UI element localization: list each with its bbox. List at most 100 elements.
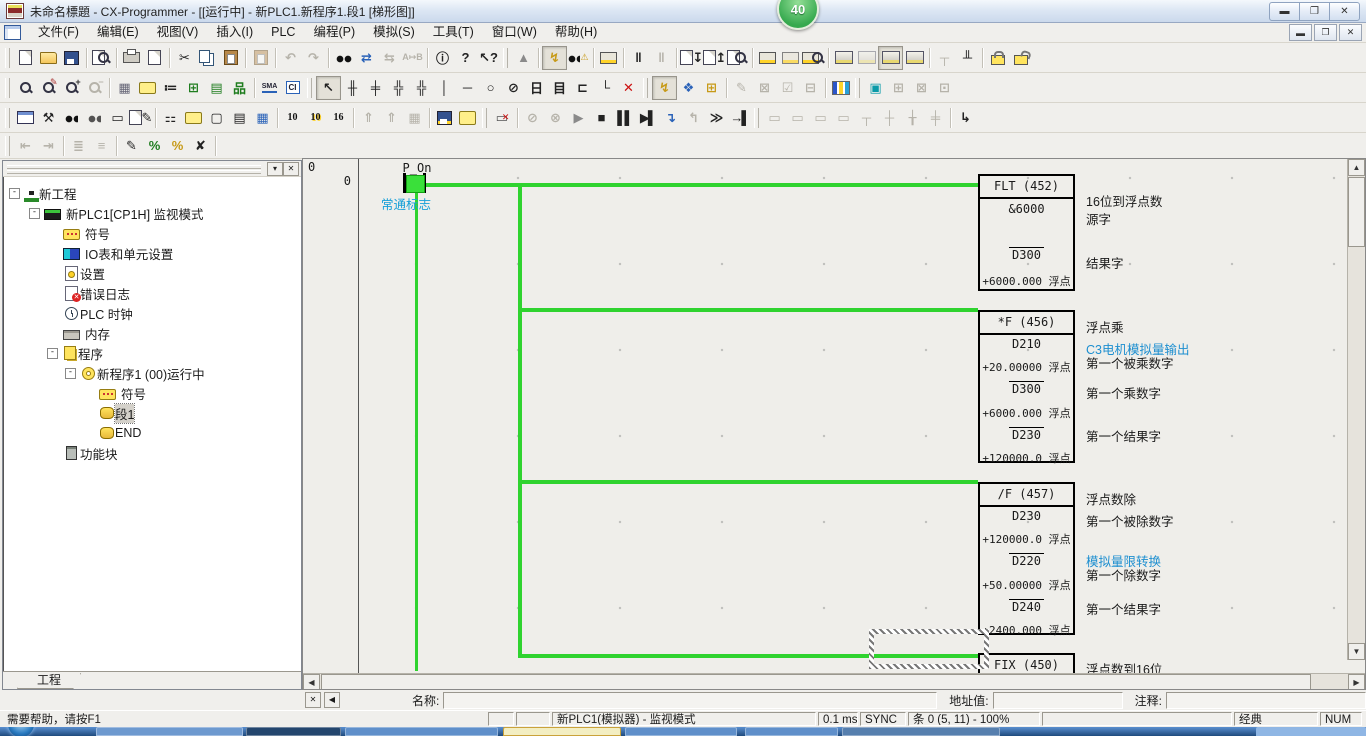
menu-tools[interactable]: 工具(T) [424,23,483,42]
new-pv-instruction-icon[interactable]: 目 [548,77,571,99]
rung-up-icon[interactable]: ┬ [855,107,878,129]
tree-item-io-table[interactable]: IO表和单元设置 [3,243,301,263]
tree-item-project[interactable]: - 新工程 [3,183,301,203]
window-list-icon[interactable]: ▭ [106,107,129,129]
detail-view-icon[interactable]: ≡ [90,135,113,157]
zoom-in-icon[interactable]: + [60,77,83,99]
lock-icon[interactable] [986,47,1009,69]
context-help-icon[interactable]: ↖? [477,47,500,69]
rung-merge-icon[interactable]: ╪ [924,107,947,129]
paste-special-icon[interactable] [249,47,272,69]
find-icon[interactable] [332,47,355,69]
work-online-icon[interactable]: ↯ [542,46,567,70]
tools-icon[interactable]: ⚒ [37,107,60,129]
new-closed-contact-icon[interactable]: ╪ [364,77,387,99]
address-input[interactable] [993,692,1123,709]
menu-edit[interactable]: 编辑(E) [88,23,148,42]
radix-decimal-forced-icon[interactable]: 10 [304,107,327,129]
network-1-icon[interactable]: ▭ [763,107,786,129]
sma-table-icon[interactable]: SMA [258,77,281,99]
program-mode-icon[interactable] [832,47,855,69]
restore-button[interactable]: ❐ [1299,2,1330,21]
symbol-tree-icon[interactable]: 品 [228,77,251,99]
delete-line-icon[interactable]: ✕ [617,77,640,99]
cross-reference-icon[interactable]: ⚏ [159,107,182,129]
child-minimize-button[interactable]: ▬ [1289,24,1312,41]
watch-window-icon[interactable]: ▣ [864,77,887,99]
info-icon[interactable]: ⓘ [431,47,454,69]
ladder-canvas[interactable]: P_On 常通标志 FLT (452) &6000 D300 +6000.000… [359,159,1347,673]
scroll-left-icon[interactable]: ◀ [303,674,320,690]
taskbar-button-2[interactable] [246,727,341,736]
contact-p-on[interactable] [406,175,425,193]
new-file-icon[interactable] [14,47,37,69]
print-icon[interactable] [120,47,143,69]
ci-view-icon[interactable]: CI [281,77,304,99]
zoom-out-icon[interactable]: − [83,77,106,99]
panel-pin-icon[interactable]: ▾ [267,162,283,176]
watch-clear-icon[interactable]: ⊡ [933,77,956,99]
compile-program-icon[interactable]: ▲ [512,47,535,69]
data-display-icon[interactable]: ▤ [205,77,228,99]
minimize-button[interactable]: ▬ [1269,2,1300,21]
cancel-edit-icon[interactable]: ⊠ [753,77,776,99]
selection-marquee[interactable] [869,629,989,669]
operand[interactable]: D230 [980,509,1073,523]
pause-monitor-icon[interactable]: ‖ [627,47,650,69]
instruction-block-mulf[interactable]: *F (456) D210 +20.00000 浮点 D300 +6000.00… [978,310,1075,463]
new-closed-coil-icon[interactable]: ⊘ [502,77,525,99]
cut-icon[interactable]: ✂ [173,47,196,69]
sim-run-to-end-icon[interactable]: →▌ [728,107,751,129]
enter-key-icon[interactable]: ↳ [954,107,977,129]
watch-pane-icon[interactable]: ▢ [205,107,228,129]
menu-plc[interactable]: PLC [262,23,304,42]
zoom-edit-icon[interactable]: ✎ [37,77,60,99]
horizontal-line-icon[interactable]: ─ [456,77,479,99]
sim-step-into-icon[interactable]: ↴ [659,107,682,129]
restore-memory-icon[interactable] [456,107,479,129]
taskbar-button-active[interactable] [503,727,621,736]
unlock-icon[interactable] [1009,47,1032,69]
online-edit-icon[interactable]: ↯ [652,76,677,100]
menu-help[interactable]: 帮助(H) [546,23,606,42]
transfer-settings-icon[interactable] [779,47,802,69]
percent-green-icon[interactable]: % [143,135,166,157]
start-orb[interactable] [8,727,34,736]
tree-item-end[interactable]: END [3,423,301,443]
tree-item-program1[interactable]: - 新程序1 (00)运行中 [3,363,301,383]
windows-taskbar[interactable] [0,727,1366,736]
change-all-icon[interactable]: A↦B [401,47,424,69]
expander-icon[interactable]: - [47,348,58,359]
edit-style-icon[interactable]: ✎ [120,135,143,157]
exit-simulator-icon[interactable]: ▭✕ [491,107,514,129]
new-coil-icon[interactable]: ○ [479,77,502,99]
sim-stop-icon[interactable]: ■ [590,107,613,129]
upload-from-plc-icon[interactable]: ↥ [703,47,726,69]
menu-insert[interactable]: 插入(I) [207,23,262,42]
name-input[interactable] [443,692,937,709]
grid-icon[interactable]: ▦ [113,77,136,99]
help-icon[interactable]: ? [454,47,477,69]
force-status-icon[interactable]: ╨ [956,47,979,69]
pause-icon[interactable]: ‖ [650,47,673,69]
tree-item-function-blocks[interactable]: 功能块 [3,443,301,463]
paste-icon[interactable] [219,47,242,69]
vscroll-thumb[interactable] [1348,177,1365,247]
panel-close-icon[interactable]: ✕ [283,162,299,176]
redo-icon[interactable]: ↷ [302,47,325,69]
child-restore-button[interactable]: ❐ [1314,24,1337,41]
operand[interactable]: &6000 [980,202,1073,216]
network-3-icon[interactable]: ▭ [809,107,832,129]
expander-icon[interactable]: - [29,208,40,219]
taskbar-button-1[interactable] [96,727,243,736]
rung-split-icon[interactable]: ┼ [878,107,901,129]
compare-with-plc-icon[interactable] [726,47,749,69]
tree-item-error-log[interactable]: 错误日志 [3,283,301,303]
output-pane-icon[interactable]: ▤ [228,107,251,129]
backup-memory-icon[interactable] [433,107,456,129]
tree-item-section1[interactable]: 段1 [3,403,301,423]
comment-input[interactable] [1166,692,1366,709]
menu-window[interactable]: 窗口(W) [483,23,546,42]
monitor-mode-icon[interactable] [878,46,903,70]
operand[interactable]: D210 [980,337,1073,351]
